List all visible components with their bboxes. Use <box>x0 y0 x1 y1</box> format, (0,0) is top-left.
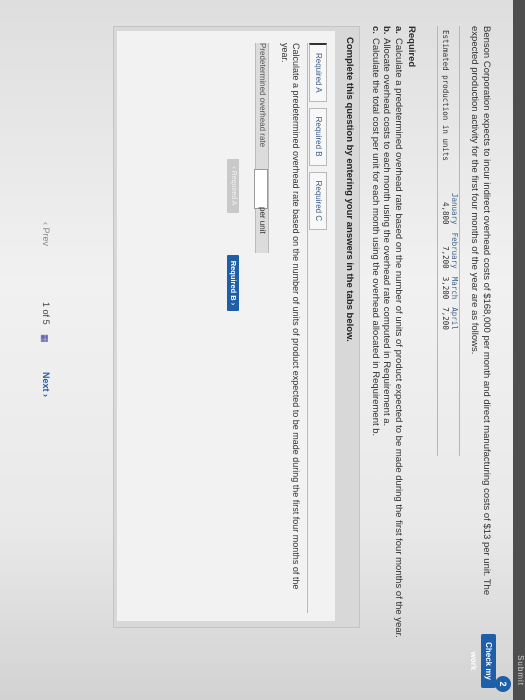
item-letter: a. <box>393 26 404 34</box>
month-january: January <box>450 192 459 225</box>
grid-icon[interactable]: ▦ <box>39 334 50 343</box>
required-item-a: a. Calculate a predetermined overhead ra… <box>393 26 404 666</box>
prev-page-button[interactable]: ‹ Prev <box>41 222 51 246</box>
photo-background: Submit 2 Check my work Benson Corporatio… <box>0 0 525 700</box>
total-pages: 5 <box>41 319 51 325</box>
screen: Submit 2 Check my work Benson Corporatio… <box>0 0 525 700</box>
table-bottom-border <box>437 26 438 456</box>
production-table: January February March April Estimated p… <box>441 26 459 334</box>
overhead-rate-input[interactable] <box>254 169 268 209</box>
top-bar: Submit <box>513 0 525 700</box>
pagination: ‹ Prev 1 of 5 ▦ Next › <box>35 222 51 422</box>
page-of: of <box>41 309 51 318</box>
item-letter: c. <box>370 26 381 34</box>
item-letter: b. <box>381 26 393 35</box>
value-january: 4,800 <box>441 201 450 225</box>
required-list: a. Calculate a predetermined overhead ra… <box>370 26 404 666</box>
tab-required-c[interactable]: Required C <box>309 171 327 231</box>
submit-link[interactable]: Submit <box>516 655 525 686</box>
problem-intro: Benson Corporation expects to incur indi… <box>469 26 492 596</box>
check-my-work-button[interactable]: Check my work <box>469 634 496 688</box>
month-february: February <box>450 232 459 269</box>
next-required-button[interactable]: Required B › <box>227 255 239 311</box>
answer-panel: Complete this question by entering your … <box>113 26 360 628</box>
page-count: 1 of 5 <box>41 302 51 325</box>
next-page-button[interactable]: Next › <box>41 372 51 397</box>
row-label: Estimated production in units <box>441 30 450 161</box>
table-header-row: January February March April <box>450 26 459 334</box>
item-text: Allocate overhead costs to each month us… <box>381 38 393 427</box>
month-april: April <box>450 307 459 330</box>
value-february: 7,200 <box>441 246 450 269</box>
value-march: 3,200 <box>441 276 450 300</box>
value-april: 7,200 <box>441 307 450 330</box>
question-number-badge: 2 <box>495 676 511 692</box>
rate-unit: per unit <box>258 207 267 234</box>
tab-bar: Required A Required B Required C <box>309 43 327 236</box>
item-text: Calculate the total cost per unit for ea… <box>370 38 381 437</box>
required-item-b: b. Allocate overhead costs to each month… <box>381 26 393 666</box>
tab-required-b[interactable]: Required B <box>309 107 327 166</box>
current-page: 1 <box>41 302 51 308</box>
required-item-c: c. Calculate the total cost per unit for… <box>370 26 381 666</box>
panel-title: Complete this question by entering your … <box>344 37 355 342</box>
month-march: March <box>450 276 459 300</box>
task-instruction: Calculate a predetermined overhead rate … <box>280 43 301 590</box>
tab-required-a[interactable]: Required A <box>309 43 327 102</box>
item-text: Calculate a predetermined overhead rate … <box>393 38 404 638</box>
table-top-border <box>459 26 460 456</box>
table-row: Estimated production in units 4,800 7,20… <box>441 26 450 334</box>
panel-body: Required A Required B Required C Calcula… <box>117 31 335 621</box>
rate-label: Predetermined overhead rate <box>258 43 267 148</box>
prev-required-button[interactable]: ‹ Required A <box>227 159 239 213</box>
required-heading: Required <box>406 26 417 68</box>
tab-divider <box>307 43 308 613</box>
